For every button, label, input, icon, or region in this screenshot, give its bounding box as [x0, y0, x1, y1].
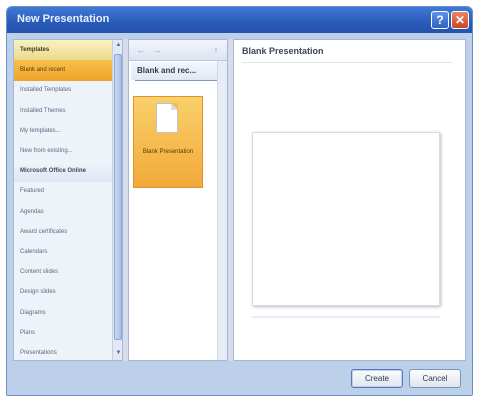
category-item[interactable]: Calendars	[14, 242, 112, 263]
create-button[interactable]: Create	[351, 369, 403, 388]
category-scrollbar[interactable]: ▲ ▼	[112, 40, 122, 360]
title-bar[interactable]: New Presentation ? ✕	[7, 7, 472, 33]
preview-title-divider	[242, 62, 452, 63]
close-button[interactable]: ✕	[451, 11, 469, 29]
category-item[interactable]: My templates...	[14, 121, 112, 142]
category-list-header: Templates	[14, 40, 112, 61]
category-item[interactable]: Content slides	[14, 262, 112, 283]
gallery-scrollbar[interactable]	[217, 61, 227, 360]
scroll-down-arrow-icon[interactable]: ▼	[113, 348, 122, 358]
new-presentation-dialog: New Presentation ? ✕ Templates Blank and …	[6, 6, 473, 396]
forward-arrow-icon[interactable]: →	[151, 43, 163, 57]
preview-title: Blank Presentation	[242, 46, 324, 56]
gallery-nav-bar: ← → ↑	[129, 40, 227, 61]
category-item[interactable]: Blank and recent	[14, 60, 112, 82]
dialog-body: Templates Blank and recent Installed Templ…	[13, 39, 466, 361]
category-section-header: Microsoft Office Online	[14, 161, 112, 183]
scroll-up-arrow-icon[interactable]: ▲	[113, 40, 122, 50]
window-title: New Presentation	[17, 13, 110, 25]
blank-presentation-tile[interactable]: Blank Presentation	[133, 96, 203, 188]
category-item[interactable]: Award certificates	[14, 222, 112, 243]
category-item[interactable]: Installed Themes	[14, 101, 112, 122]
template-gallery: ← → ↑ Blank and rec... Blank Presentatio…	[128, 39, 228, 361]
help-button[interactable]: ?	[431, 11, 449, 29]
help-icon: ?	[436, 13, 444, 27]
preview-pane: Blank Presentation	[233, 39, 466, 361]
back-arrow-icon[interactable]: ←	[135, 43, 147, 57]
category-item[interactable]: Agendas	[14, 202, 112, 223]
slide-preview-thumbnail	[252, 132, 440, 306]
category-item[interactable]: Diagrams	[14, 303, 112, 324]
scroll-thumb[interactable]	[114, 54, 122, 340]
dialog-footer: Create Cancel	[7, 361, 472, 395]
blank-document-icon	[156, 103, 178, 133]
close-icon: ✕	[454, 13, 466, 27]
up-level-icon[interactable]: ↑	[209, 43, 223, 57]
tile-label: Blank Presentation	[142, 149, 194, 155]
gallery-heading-divider	[135, 80, 223, 81]
category-item[interactable]: Design slides	[14, 282, 112, 303]
category-item[interactable]: Presentations	[14, 343, 112, 360]
category-item[interactable]: Featured	[14, 181, 112, 202]
category-item[interactable]: New from existing...	[14, 141, 112, 162]
gallery-heading: Blank and rec...	[131, 62, 225, 80]
template-category-list: Templates Blank and recent Installed Templ…	[13, 39, 123, 361]
preview-reflection	[252, 316, 440, 318]
category-item[interactable]: Installed Templates	[14, 80, 112, 101]
cancel-button[interactable]: Cancel	[409, 369, 461, 388]
category-item[interactable]: Plans	[14, 323, 112, 344]
